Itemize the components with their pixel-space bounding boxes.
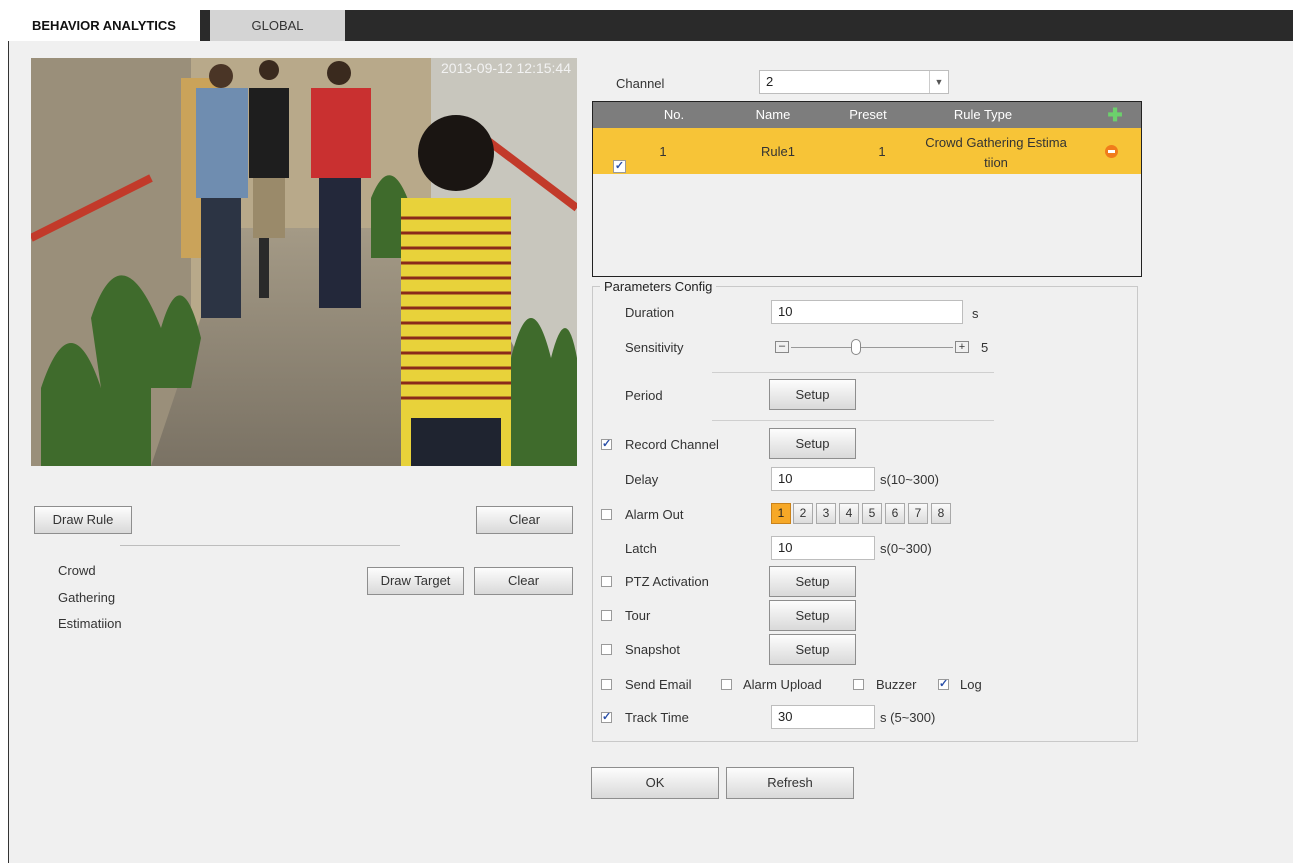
sensitivity-label: Sensitivity — [625, 340, 684, 355]
sensitivity-value: 5 — [981, 340, 989, 355]
snapshot-checkbox[interactable] — [601, 644, 612, 655]
duration-input[interactable]: 10 — [771, 300, 963, 324]
record-setup-button[interactable]: Setup — [769, 428, 856, 459]
row-rule-type-line-1: Crowd Gathering Estima — [925, 135, 1067, 150]
video-timestamp: 2013-09-12 12:15:44 — [441, 60, 571, 76]
alarm-out-8[interactable]: 8 — [931, 503, 951, 524]
divider — [712, 372, 994, 373]
send-email-label: Send Email — [625, 677, 692, 692]
parameters-config-legend: Parameters Config — [600, 279, 717, 294]
tour-setup-button[interactable]: Setup — [769, 600, 856, 631]
draw-rule-button[interactable]: Draw Rule — [34, 506, 132, 534]
ptz-activation-label: PTZ Activation — [625, 574, 709, 589]
clear-target-button[interactable]: Clear — [474, 567, 573, 595]
header-preset: Preset — [849, 107, 887, 122]
tour-label: Tour — [625, 608, 651, 623]
row-preset: 1 — [878, 144, 886, 159]
rule-table: No. Name Preset Rule Type ✚ ✓ 1 Rule1 1 … — [592, 101, 1142, 277]
snapshot-setup-button[interactable]: Setup — [769, 634, 856, 665]
latch-input[interactable]: 10 — [771, 536, 875, 560]
delay-input[interactable]: 10 — [771, 467, 875, 491]
alarm-out-4[interactable]: 4 — [839, 503, 859, 524]
sensitivity-track — [791, 347, 953, 348]
minus-icon — [1108, 150, 1115, 153]
channel-label: Channel — [616, 76, 665, 91]
alarm-upload-checkbox[interactable] — [721, 679, 732, 690]
row-no: 1 — [659, 144, 667, 159]
rule-desc-line-3: Estimatiion — [58, 616, 122, 631]
send-email-checkbox[interactable] — [601, 679, 612, 690]
alarm-out-5[interactable]: 5 — [862, 503, 882, 524]
alarm-out-2[interactable]: 2 — [793, 503, 813, 524]
alarm-out-checkbox[interactable] — [601, 509, 612, 520]
alarm-upload-label: Alarm Upload — [743, 677, 822, 692]
buzzer-label: Buzzer — [876, 677, 917, 692]
remove-rule-icon[interactable] — [1105, 145, 1118, 158]
latch-range: s(0~300) — [880, 541, 932, 556]
rule-desc-line-1: Crowd — [58, 563, 96, 578]
header-no: No. — [663, 107, 685, 122]
rule-table-header: No. Name Preset Rule Type ✚ — [593, 102, 1141, 128]
sensitivity-thumb[interactable] — [851, 339, 861, 355]
alarm-out-7[interactable]: 7 — [908, 503, 928, 524]
track-time-input[interactable]: 30 — [771, 705, 875, 729]
tab-behavior-analytics[interactable]: BEHAVIOR ANALYTICS — [8, 10, 200, 41]
snapshot-label: Snapshot — [625, 642, 680, 657]
table-row[interactable]: ✓ 1 Rule1 1 Crowd Gathering Estima tiion — [593, 128, 1141, 174]
sensitivity-decrease-icon[interactable]: – — [775, 341, 789, 353]
buzzer-checkbox[interactable] — [853, 679, 864, 690]
record-channel-label: Record Channel — [625, 437, 719, 452]
refresh-button[interactable]: Refresh — [726, 767, 854, 799]
tour-checkbox[interactable] — [601, 610, 612, 621]
ptz-activation-checkbox[interactable] — [601, 576, 612, 587]
add-rule-icon[interactable]: ✚ — [1105, 102, 1125, 128]
draw-target-button[interactable]: Draw Target — [367, 567, 464, 595]
alarm-out-3[interactable]: 3 — [816, 503, 836, 524]
tab-global[interactable]: GLOBAL — [210, 10, 345, 41]
ok-button[interactable]: OK — [591, 767, 719, 799]
track-time-range: s (5~300) — [880, 710, 936, 725]
chevron-down-icon[interactable]: ▼ — [929, 71, 948, 93]
header-name: Name — [755, 107, 791, 122]
period-label: Period — [625, 388, 663, 403]
period-setup-button[interactable]: Setup — [769, 379, 856, 410]
duration-unit: s — [972, 306, 979, 321]
record-channel-checkbox[interactable]: ✓ — [601, 439, 612, 450]
alarm-out-1[interactable]: 1 — [771, 503, 791, 524]
track-time-checkbox[interactable]: ✓ — [601, 712, 612, 723]
alarm-out-label: Alarm Out — [625, 507, 684, 522]
track-time-label: Track Time — [625, 710, 689, 725]
delay-label: Delay — [625, 472, 659, 487]
sensitivity-slider[interactable]: – + — [775, 339, 975, 357]
duration-label: Duration — [625, 305, 675, 320]
row-checkbox[interactable]: ✓ — [613, 160, 626, 173]
header-rule-type: Rule Type — [953, 107, 1013, 122]
divider — [712, 420, 994, 421]
channel-select[interactable]: 2 ▼ — [759, 70, 949, 94]
log-checkbox[interactable]: ✓ — [938, 679, 949, 690]
delay-range: s(10~300) — [880, 472, 939, 487]
log-label: Log — [960, 677, 982, 692]
alarm-out-6[interactable]: 6 — [885, 503, 905, 524]
video-preview[interactable]: 2013-09-12 12:15:44 — [31, 58, 577, 466]
row-rule-type-line-2: tiion — [984, 155, 1008, 170]
camera-scene-image — [31, 58, 577, 466]
ptz-setup-button[interactable]: Setup — [769, 566, 856, 597]
top-tab-bar — [8, 10, 1293, 41]
clear-rule-button[interactable]: Clear — [476, 506, 573, 534]
sensitivity-increase-icon[interactable]: + — [955, 341, 969, 353]
rule-desc-line-2: Gathering — [58, 590, 116, 605]
channel-value: 2 — [766, 74, 774, 89]
divider — [120, 545, 400, 546]
latch-label: Latch — [625, 541, 657, 556]
row-name: Rule1 — [761, 144, 795, 159]
